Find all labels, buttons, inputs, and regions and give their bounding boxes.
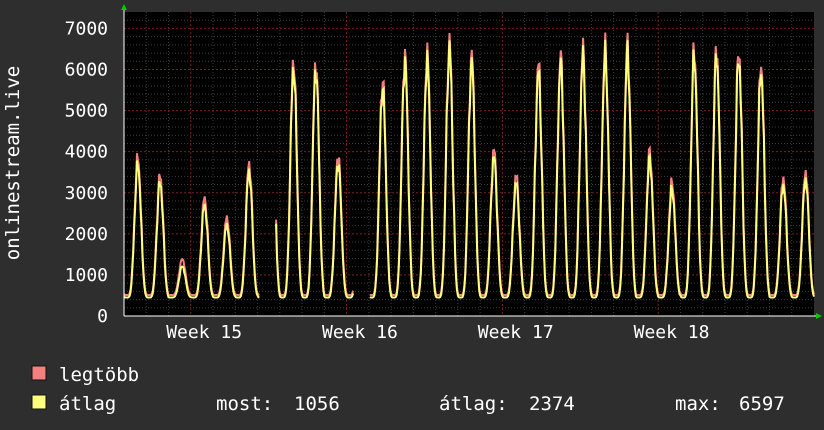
line-chart: 0 1000 2000 3000 4000 5000 6000 7000 Week 15 Wee… — [0, 0, 824, 430]
y-tick-label: 2000 — [65, 224, 108, 245]
legend-swatch-legtobb — [31, 365, 47, 381]
stat-atlag-value: 2374 — [529, 393, 575, 415]
x-tick-label: Week 18 — [634, 322, 710, 343]
y-tick-label: 4000 — [65, 142, 108, 163]
stat-max-value: 6597 — [739, 393, 785, 415]
stat-most-value: 1056 — [294, 393, 340, 415]
stat-max-label: max: — [675, 393, 721, 415]
y-axis-label: onlinestream.live — [2, 66, 24, 260]
y-tick-label: 6000 — [65, 60, 108, 81]
y-tick-label: 3000 — [65, 183, 108, 204]
legend-label-legtobb: legtöbb — [59, 364, 139, 386]
x-tick-label: Week 16 — [322, 322, 398, 343]
legend-swatch-atlag — [31, 394, 47, 410]
y-tick-label: 7000 — [65, 18, 108, 39]
x-tick-label: Week 15 — [166, 322, 242, 343]
y-tick-label: 1000 — [65, 265, 108, 286]
stat-atlag-label: átlag: — [439, 393, 508, 415]
chart-root: 0 1000 2000 3000 4000 5000 6000 7000 Week 15 Wee… — [0, 0, 824, 430]
stat-most-label: most: — [216, 393, 273, 415]
x-tick-label: Week 17 — [478, 322, 554, 343]
stats-row: most: 1056 átlag: 2374 max: 6597 — [216, 393, 785, 415]
y-tick-label: 5000 — [65, 101, 108, 122]
legend-label-atlag: átlag — [59, 393, 116, 415]
y-tick-label: 0 — [97, 306, 108, 327]
